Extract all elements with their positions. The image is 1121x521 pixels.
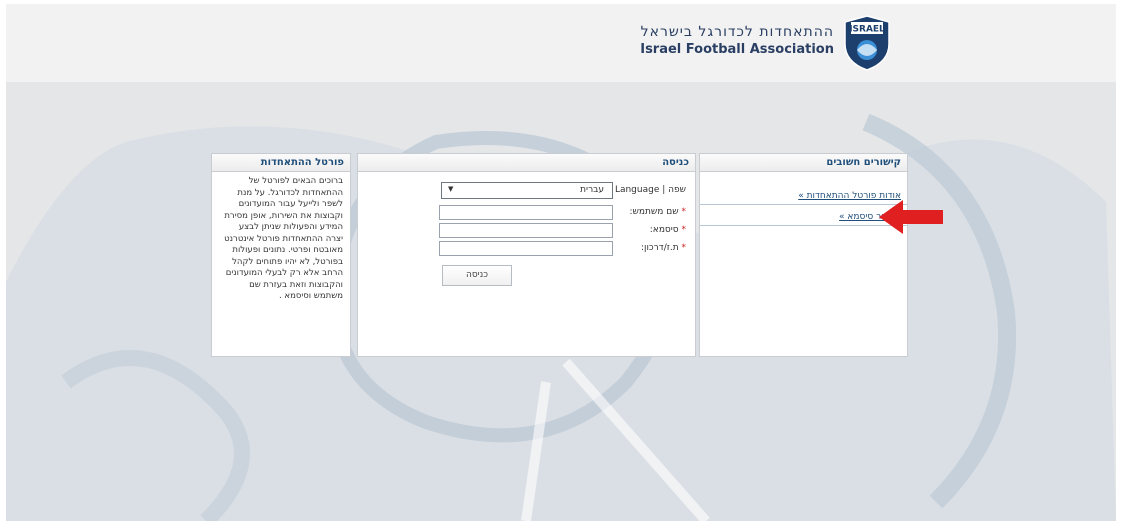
username-input[interactable]	[439, 205, 613, 220]
username-label-text: שם משתמש:	[629, 207, 679, 217]
language-select[interactable]: עברית ▼	[441, 182, 613, 199]
id-label-text: ת.ז/דרכון:	[641, 243, 679, 253]
portal-panel: פורטל ההתאחדות ברוכים הבאים לפורטל של הה…	[211, 153, 351, 357]
org-name-hebrew: ההתאחדות לכדורגל בישראל	[640, 24, 834, 40]
required-mark: *	[681, 207, 687, 217]
password-label-text: סיסמא:	[649, 225, 679, 235]
language-select-value: עברית	[580, 185, 604, 195]
logo-badge-text: ISRAEL	[849, 25, 885, 35]
links-panel: קישורים חשובים אודות פורטל ההתאחדות » שי…	[699, 153, 908, 357]
logo-text: ההתאחדות לכדורגל בישראל Israel Football …	[640, 24, 834, 57]
portal-panel-title: פורטל ההתאחדות	[212, 154, 350, 172]
required-mark: *	[681, 243, 687, 253]
language-label: שפה | Language :	[609, 185, 686, 195]
org-name-english: Israel Football Association	[640, 42, 834, 57]
dropdown-arrow-icon: ▼	[448, 185, 454, 193]
id-input[interactable]	[439, 241, 613, 256]
portal-description: ברוכים הבאים לפורטל של ההתאחדות לכדורגל.…	[224, 176, 343, 301]
login-panel: כניסה שפה | Language : עברית ▼ * שם משתמ…	[357, 153, 696, 357]
required-mark: *	[681, 225, 687, 235]
password-recovery-link[interactable]: שיחזור סיסמא »	[700, 209, 907, 226]
links-panel-title: קישורים חשובים	[700, 154, 907, 172]
ifa-logo-icon: ISRAEL	[844, 15, 890, 71]
id-label: * ת.ז/דרכון:	[641, 243, 686, 253]
login-button[interactable]: כניסה	[442, 265, 512, 286]
red-arrow-icon	[879, 200, 943, 234]
site-header: ההתאחדות לכדורגל בישראל Israel Football …	[6, 4, 1116, 82]
password-input[interactable]	[439, 223, 613, 238]
password-label: * סיסמא:	[650, 225, 686, 235]
username-label: * שם משתמש:	[629, 207, 686, 217]
login-panel-title: כניסה	[358, 154, 695, 172]
about-portal-link[interactable]: אודות פורטל ההתאחדות »	[700, 188, 907, 205]
